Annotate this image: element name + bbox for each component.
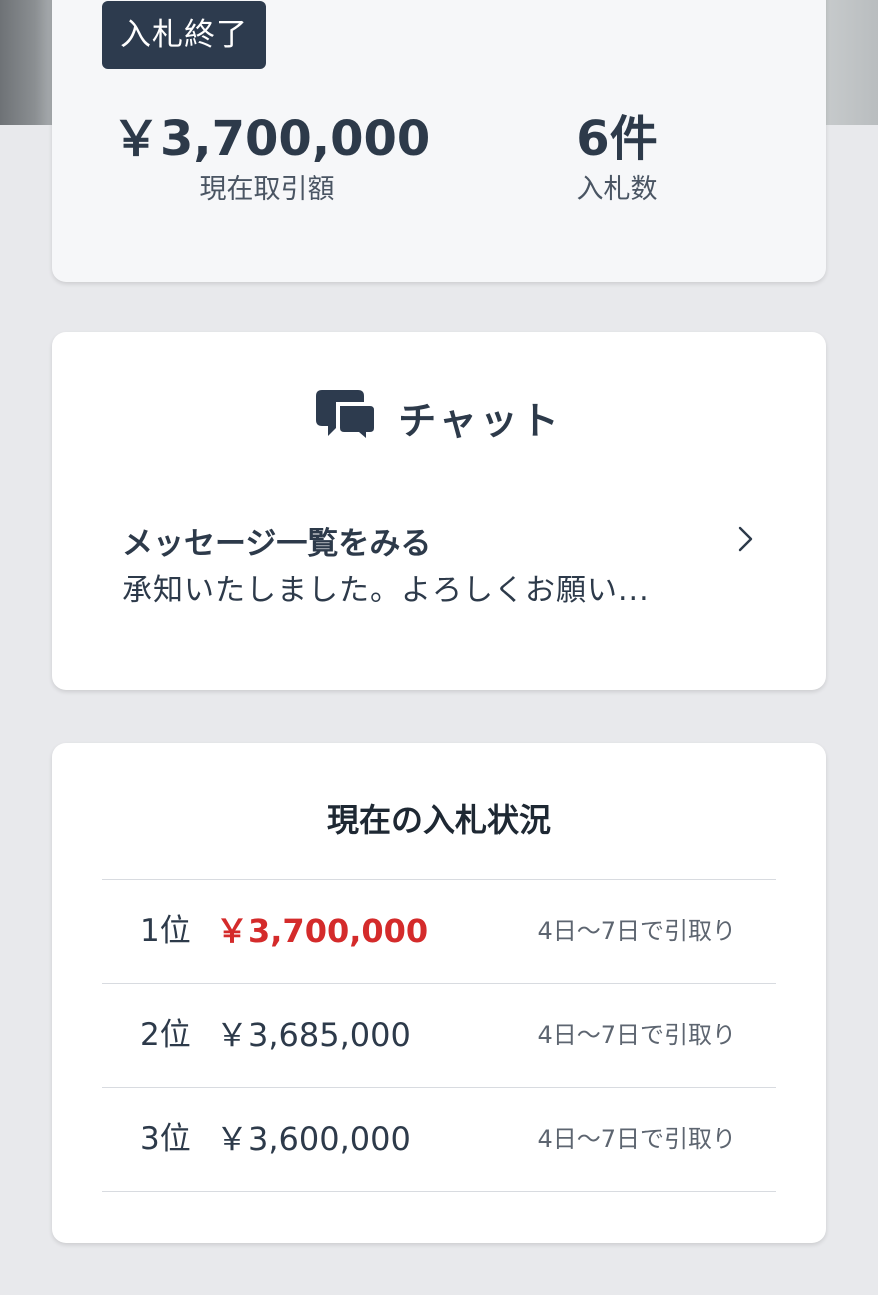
bid-status-card: 現在の入札状況 1位 ￥3,700,000 4日〜7日で引取り 2位 ￥3,68… (52, 743, 826, 1243)
bid-count: 6件 入札数 (502, 108, 732, 210)
current-price-value: ￥3,700,000 (112, 111, 431, 167)
bid-count-label: 入札数 (576, 174, 658, 205)
bid-row (102, 1191, 776, 1295)
bid-list: 1位 ￥3,700,000 4日〜7日で引取り 2位 ￥3,685,000 4日… (102, 879, 776, 1295)
bid-row: 1位 ￥3,700,000 4日〜7日で引取り (102, 879, 776, 983)
current-price-label: 現在取引額 (199, 174, 335, 205)
bid-pickup-terms: 4日〜7日で引取り (537, 1125, 736, 1153)
message-list-link[interactable]: メッセージ一覧をみる 承知いたしました。よろしくお願い... (122, 522, 756, 632)
bid-count-value: 6件 (576, 111, 658, 167)
chat-bubbles-icon (316, 390, 379, 445)
bid-price: ￥3,600,000 (216, 1120, 411, 1158)
bid-rank: 2位 (140, 1017, 191, 1053)
bid-row: 2位 ￥3,685,000 4日〜7日で引取り (102, 983, 776, 1087)
bid-rank: 3位 (140, 1121, 191, 1157)
bid-rank: 1位 (140, 913, 191, 949)
bid-price: ￥3,700,000 (216, 912, 429, 950)
bid-status-title: 現在の入札状況 (326, 801, 551, 839)
chat-header: チャット (52, 388, 826, 446)
chevron-right-icon (738, 526, 753, 552)
current-price: ￥3,700,000 現在取引額 (112, 108, 431, 210)
bid-row: 3位 ￥3,600,000 4日〜7日で引取り (102, 1087, 776, 1191)
auction-summary-card: 入札終了 ￥3,700,000 現在取引額 6件 入札数 (52, 0, 826, 282)
message-list-link-label: メッセージ一覧をみる (122, 526, 432, 562)
chat-card: チャット メッセージ一覧をみる 承知いたしました。よろしくお願い... (52, 332, 826, 690)
chat-title: チャット (398, 398, 562, 443)
bid-pickup-terms: 4日〜7日で引取り (537, 1021, 736, 1049)
latest-message-preview: 承知いたしました。よろしくお願い... (122, 573, 650, 608)
bid-price: ￥3,685,000 (216, 1016, 411, 1054)
bid-pickup-terms: 4日〜7日で引取り (537, 917, 736, 945)
status-badge: 入札終了 (102, 1, 266, 69)
